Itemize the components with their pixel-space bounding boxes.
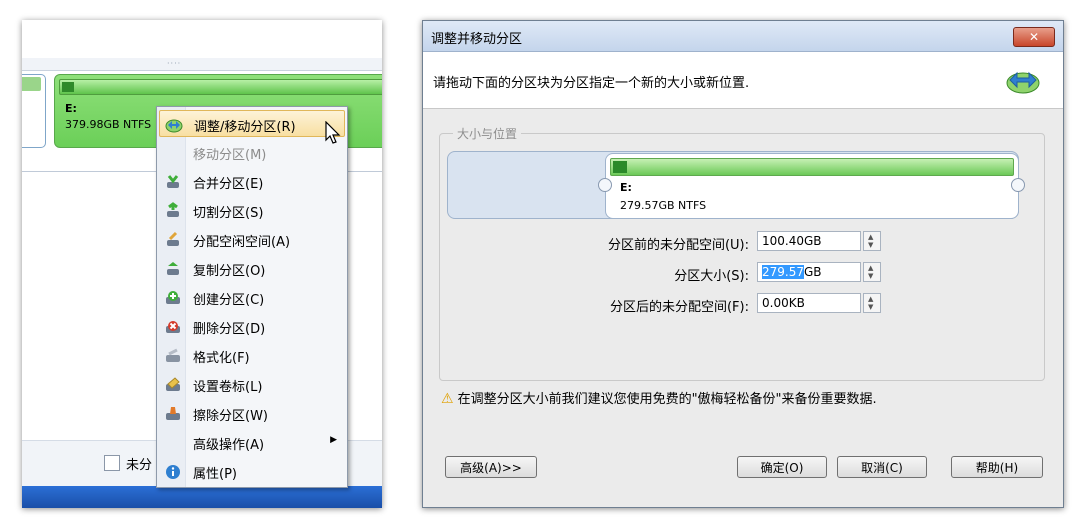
menu-item-label: 分配空闲空间(A)	[193, 235, 291, 250]
menu-item-create-partition[interactable]: 创建分区(C)	[159, 284, 345, 311]
field-row-before: 分区前的未分配空间(U):	[423, 231, 749, 253]
unallocated-after-label: 分区后的未分配空间(F):	[609, 300, 749, 315]
menu-item-label: 调整/移动分区(R)	[194, 120, 296, 135]
size-unit: GB	[804, 265, 822, 279]
unallocated-before-spinner[interactable]: ▲ ▼	[863, 231, 881, 251]
unallocated-after-spinner[interactable]: ▲ ▼	[863, 293, 881, 313]
menu-item-advanced[interactable]: 高级操作(A) ▶	[159, 429, 345, 456]
warning-icon: ⚠	[441, 391, 454, 407]
menu-item-label: 高级操作(A)	[193, 438, 265, 453]
spin-down-icon: ▼	[868, 241, 874, 249]
partition-block-e[interactable]: E: 279.57GB NTFS	[605, 153, 1019, 219]
menu-item-label: 合并分区(E)	[193, 177, 264, 192]
partition-size-spinner[interactable]: ▲ ▼	[863, 262, 881, 282]
menu-item-label: 擦除分区(W)	[193, 409, 268, 424]
menu-item-split[interactable]: 切割分区(S)	[159, 197, 345, 224]
warning-text: 在调整分区大小前我们建议您使用免费的"傲梅轻松备份"来备份重要数据.	[457, 392, 877, 407]
mouse-cursor-icon	[325, 120, 341, 150]
menu-item-properties[interactable]: 属性(P)	[159, 458, 345, 485]
menu-item-label: 删除分区(D)	[193, 322, 266, 337]
backup-warning: ⚠ 在调整分区大小前我们建议您使用免费的"傲梅轻松备份"来备份重要数据.	[441, 388, 877, 407]
splitter[interactable]: ····	[22, 58, 382, 71]
checkbox-label: 未分	[126, 458, 153, 473]
menu-item-label: 属性(P)	[193, 467, 237, 482]
create-partition-icon	[164, 289, 182, 307]
advanced-button[interactable]: 高级(A)>>	[445, 456, 537, 478]
dialog-title-bar[interactable]: 调整并移动分区 ✕	[423, 21, 1063, 52]
menu-item-label: 创建分区(C)	[193, 293, 265, 308]
spin-down-icon: ▼	[868, 303, 874, 311]
wipe-icon	[164, 405, 182, 423]
partition-usage-bar	[22, 77, 41, 91]
right-resize-handle[interactable]	[1011, 178, 1025, 192]
resize-move-icon	[165, 116, 183, 134]
unallocated-checkbox[interactable]	[104, 455, 120, 471]
taskbar	[22, 486, 382, 508]
menu-item-delete-partition[interactable]: 删除分区(D)	[159, 313, 345, 340]
allocate-space-icon	[164, 231, 182, 249]
menu-item-copy-partition[interactable]: 复制分区(O)	[159, 255, 345, 282]
partition-block-previous[interactable]	[22, 74, 46, 148]
menu-item-label: 格式化(F)	[193, 351, 250, 366]
partition-size: 279.57GB NTFS	[620, 199, 707, 212]
delete-partition-icon	[164, 318, 182, 336]
menu-item-format[interactable]: 格式化(F)	[159, 342, 345, 369]
dialog-title: 调整并移动分区	[431, 32, 523, 47]
dialog-header: 请拖动下面的分区块为分区指定一个新的大小或新位置.	[423, 52, 1063, 109]
splitter-grip-icon: ····	[167, 59, 182, 68]
menu-item-set-label[interactable]: 设置卷标(L)	[159, 371, 345, 398]
unallocated-after-input[interactable]: 0.00KB	[757, 293, 861, 313]
partition-label: E:	[65, 102, 77, 115]
unallocated-before-label: 分区前的未分配空间(U):	[607, 238, 749, 253]
spin-up-icon: ▲	[868, 233, 874, 241]
field-row-after: 分区后的未分配空间(F):	[423, 293, 749, 315]
split-icon	[164, 202, 182, 220]
used-space	[62, 82, 74, 92]
toolbar-area	[22, 20, 382, 59]
close-button[interactable]: ✕	[1013, 27, 1055, 47]
partition-label: E:	[620, 181, 632, 194]
partition-usage-bar	[610, 158, 1014, 176]
submenu-arrow-icon: ▶	[330, 435, 337, 445]
spin-up-icon: ▲	[868, 264, 874, 272]
unallocated-before-input[interactable]: 100.40GB	[757, 231, 861, 251]
ok-button[interactable]: 确定(O)	[737, 456, 827, 478]
partition-size-input[interactable]: 279.57GB	[757, 262, 861, 282]
menu-item-merge[interactable]: 合并分区(E)	[159, 168, 345, 195]
partition-size: 379.98GB NTFS	[65, 118, 152, 131]
menu-item-label: 复制分区(O)	[193, 264, 266, 279]
left-resize-handle[interactable]	[598, 178, 612, 192]
instruction-text: 请拖动下面的分区块为分区指定一个新的大小或新位置.	[433, 76, 750, 91]
resize-move-dialog: 调整并移动分区 ✕ 请拖动下面的分区块为分区指定一个新的大小或新位置. 大小与位…	[422, 20, 1064, 508]
partition-usage-bar	[59, 79, 382, 95]
merge-icon	[164, 173, 182, 191]
field-row-size: 分区大小(S):	[423, 262, 749, 284]
format-icon	[164, 347, 182, 365]
resize-move-icon	[1005, 66, 1041, 94]
cancel-button[interactable]: 取消(C)	[837, 456, 927, 478]
help-button[interactable]: 帮助(H)	[951, 456, 1043, 478]
used-space	[613, 161, 627, 173]
menu-item-wipe-partition[interactable]: 擦除分区(W)	[159, 400, 345, 427]
group-title: 大小与位置	[453, 125, 522, 142]
label-icon	[164, 376, 182, 394]
copy-partition-icon	[164, 260, 182, 278]
menu-item-label: 设置卷标(L)	[193, 380, 263, 395]
menu-item-label: 切割分区(S)	[193, 206, 264, 221]
menu-item-allocate-free-space[interactable]: 分配空闲空间(A)	[159, 226, 345, 253]
spin-down-icon: ▼	[868, 272, 874, 280]
context-menu: 调整/移动分区(R) 移动分区(M) 合并分区(E) 切割分区(S) 分配空闲空…	[156, 106, 348, 488]
menu-item-move[interactable]: 移动分区(M)	[159, 139, 345, 166]
partition-size-label: 分区大小(S):	[674, 269, 749, 284]
spin-up-icon: ▲	[868, 295, 874, 303]
menu-item-resize-move[interactable]: 调整/移动分区(R)	[159, 110, 345, 137]
info-icon	[164, 463, 182, 481]
menu-item-label: 移动分区(M)	[193, 148, 267, 163]
selected-text: 279.57	[762, 265, 804, 279]
